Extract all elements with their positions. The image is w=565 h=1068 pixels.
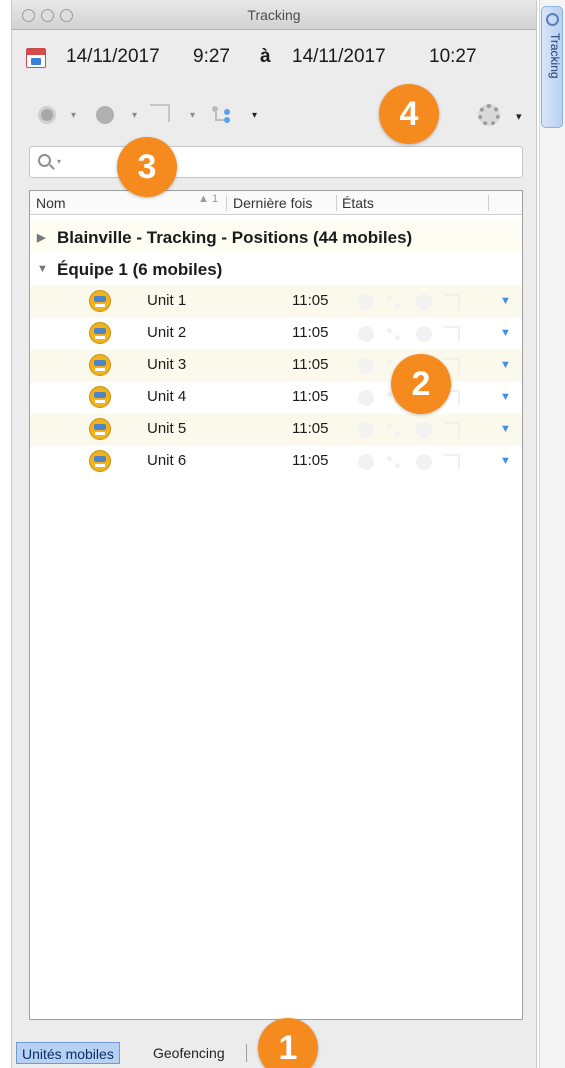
column-divider[interactable] [336, 195, 337, 211]
unit-name: Unit 3 [147, 356, 187, 373]
state-circle-icon [358, 390, 374, 406]
column-divider[interactable] [488, 195, 489, 211]
sort-order: 1 [211, 193, 219, 205]
state-dots-icon [386, 294, 402, 310]
row-menu-chevron-icon[interactable]: ▼ [500, 423, 511, 435]
date-range-selector[interactable]: 14/11/2017 9:27 à 14/11/2017 10:27 [26, 44, 526, 74]
callout-badge-3: 3 [117, 137, 177, 197]
calendar-icon[interactable] [26, 48, 46, 68]
chevron-down-icon[interactable]: ▾ [252, 110, 257, 121]
window-title: Tracking [247, 7, 301, 23]
unit-name: Unit 2 [147, 324, 187, 341]
side-tab-tracking[interactable]: Tracking [541, 6, 563, 128]
unit-last-time: 11:05 [292, 292, 329, 309]
table-row[interactable]: Unit 6 11:05 ▼ [30, 446, 522, 478]
unit-name: Unit 6 [147, 452, 187, 469]
row-menu-chevron-icon[interactable]: ▼ [500, 391, 511, 403]
unit-last-time: 11:05 [292, 420, 329, 437]
start-time[interactable]: 9:27 [193, 46, 230, 68]
unit-last-time: 11:05 [292, 388, 329, 405]
state-circle-icon [358, 422, 374, 438]
row-menu-chevron-icon[interactable]: ▼ [500, 455, 511, 467]
state-circle-icon [416, 422, 432, 438]
bus-icon [89, 354, 111, 376]
table-row[interactable]: Unit 2 11:05 ▼ [30, 318, 522, 350]
title-bar: Tracking [12, 0, 536, 30]
toolbar: ▾ ▾ ▾ ▾ ▾ [26, 100, 526, 130]
disclosure-collapsed-icon[interactable]: ▶ [37, 231, 45, 244]
unit-name: Unit 1 [147, 292, 187, 309]
callout-badge-4: 4 [379, 84, 439, 144]
column-divider[interactable] [226, 195, 227, 211]
sort-ascending-icon: ▲ 1 [198, 193, 219, 205]
date-separator: à [260, 46, 271, 67]
bus-icon [89, 386, 111, 408]
tab-mobile-units[interactable]: Unités mobiles [16, 1042, 120, 1064]
mobile-units-table: Nom ▲ 1 Dernière fois États ▶ Blainville… [29, 190, 523, 1020]
unit-name: Unit 4 [147, 388, 187, 405]
search-field[interactable]: ▾ [29, 146, 523, 178]
row-menu-chevron-icon[interactable]: ▼ [500, 359, 511, 371]
state-route-icon [444, 422, 460, 438]
state-dots-icon [386, 422, 402, 438]
state-route-icon [444, 326, 460, 342]
target-icon [546, 13, 559, 26]
end-time[interactable]: 10:27 [429, 46, 477, 68]
state-circle-icon [416, 454, 432, 470]
start-date[interactable]: 14/11/2017 [66, 46, 160, 68]
state-circle-icon [358, 294, 374, 310]
unit-last-time: 11:05 [292, 452, 329, 469]
row-menu-chevron-icon[interactable]: ▼ [500, 327, 511, 339]
circle-filter-icon[interactable] [38, 106, 56, 124]
bus-icon [89, 322, 111, 344]
unit-name: Unit 5 [147, 420, 187, 437]
row-menu-chevron-icon[interactable]: ▼ [500, 295, 511, 307]
state-circle-icon [416, 326, 432, 342]
unit-last-time: 11:05 [292, 324, 329, 341]
chevron-down-icon[interactable]: ▾ [132, 110, 137, 121]
table-row[interactable]: Unit 1 11:05 ▼ [30, 286, 522, 318]
state-circle-icon [416, 294, 432, 310]
end-date[interactable]: 14/11/2017 [292, 46, 386, 68]
gear-icon[interactable] [478, 104, 500, 126]
state-circle-icon [358, 454, 374, 470]
unit-last-time: 11:05 [292, 356, 329, 373]
column-header-last-time[interactable]: Dernière fois [233, 195, 312, 211]
tab-divider [246, 1044, 247, 1062]
search-icon [38, 154, 51, 167]
column-header-states[interactable]: États [342, 195, 374, 211]
state-circle-icon [358, 326, 374, 342]
chevron-down-icon[interactable]: ▾ [57, 157, 61, 166]
circle-icon[interactable] [96, 106, 114, 124]
group-row-blainville[interactable]: ▶ Blainville - Tracking - Positions (44 … [30, 222, 522, 254]
bus-icon [89, 418, 111, 440]
group-label: Équipe 1 (6 mobiles) [57, 260, 223, 279]
tab-geofencing[interactable]: Geofencing [148, 1042, 230, 1064]
state-route-icon [444, 454, 460, 470]
table-row[interactable]: Unit 5 11:05 ▼ [30, 414, 522, 446]
tracking-window: Tracking 14/11/2017 9:27 à 14/11/2017 10… [11, 0, 537, 1068]
state-route-icon [444, 294, 460, 310]
tree-icon[interactable] [212, 106, 232, 124]
route-icon[interactable] [150, 104, 170, 122]
chevron-down-icon[interactable]: ▾ [71, 110, 76, 121]
chevron-down-icon[interactable]: ▾ [516, 110, 522, 123]
chevron-down-icon[interactable]: ▾ [190, 110, 195, 121]
side-tab-label: Tracking [548, 33, 562, 79]
disclosure-expanded-icon[interactable]: ▼ [37, 263, 48, 275]
group-row-equipe-1[interactable]: ▼ Équipe 1 (6 mobiles) [30, 254, 522, 286]
state-circle-icon [358, 358, 374, 374]
callout-badge-2: 2 [391, 354, 451, 414]
column-header-name[interactable]: Nom [36, 195, 66, 211]
bus-icon [89, 450, 111, 472]
state-dots-icon [386, 454, 402, 470]
table-header: Nom ▲ 1 Dernière fois États [30, 191, 522, 215]
side-panel-strip [539, 0, 565, 1068]
group-label: Blainville - Tracking - Positions (44 mo… [57, 228, 413, 247]
bus-icon [89, 290, 111, 312]
state-dots-icon [386, 326, 402, 342]
